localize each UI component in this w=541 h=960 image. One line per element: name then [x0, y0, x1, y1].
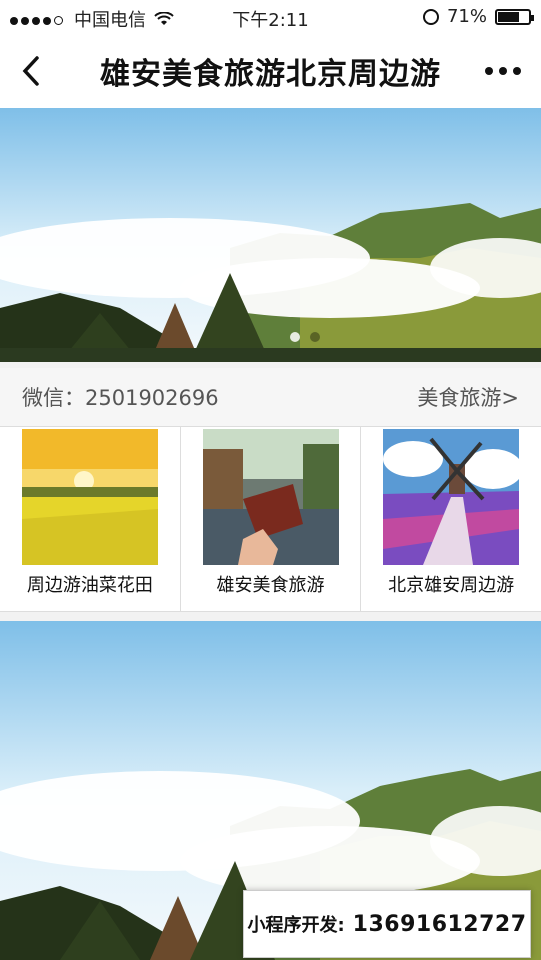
banner-carousel[interactable] [0, 108, 541, 362]
category-item-windmill[interactable]: 北京雄安周边游 [361, 427, 541, 611]
page-title: 雄安美食旅游北京周边游 [100, 57, 441, 92]
status-bar: 中国电信 下午2:11 71% [0, 0, 541, 34]
rotation-lock-icon [422, 8, 439, 25]
info-row: 微信：2501902696 美食旅游> [0, 368, 541, 426]
contact-label: 小程序开发: [247, 915, 345, 936]
category-grid: 周边游油菜花田 雄安美食旅游 北京雄安周边游 [0, 426, 541, 612]
category-label: 雄安美食旅游 [216, 575, 325, 596]
wechat-id: 微信：2501902696 [22, 386, 219, 410]
food-travel-link[interactable]: 美食旅游> [417, 382, 541, 412]
category-item-food[interactable]: 雄安美食旅游 [181, 427, 362, 611]
category-label: 北京雄安周边游 [388, 575, 515, 596]
category-thumbnail [21, 429, 158, 565]
battery-icon [495, 8, 534, 25]
contact-phone[interactable]: 13691612727 [353, 912, 527, 937]
category-label: 周边游油菜花田 [26, 575, 153, 596]
carousel-dot[interactable] [310, 332, 320, 342]
category-item-rapeseed[interactable]: 周边游油菜花田 [0, 427, 181, 611]
battery-percent: 71% [446, 6, 487, 27]
chevron-left-icon[interactable] [14, 54, 48, 88]
carousel-dot[interactable] [290, 332, 300, 342]
more-dots-icon[interactable] [485, 58, 521, 84]
developer-contact-card[interactable]: 小程序开发: 13691612727 [243, 890, 531, 958]
navigation-bar: 雄安美食旅游北京周边游 [0, 34, 541, 108]
category-thumbnail [202, 429, 339, 565]
carousel-indicator [290, 332, 320, 342]
category-thumbnail [383, 429, 520, 565]
banner-image [0, 108, 541, 362]
